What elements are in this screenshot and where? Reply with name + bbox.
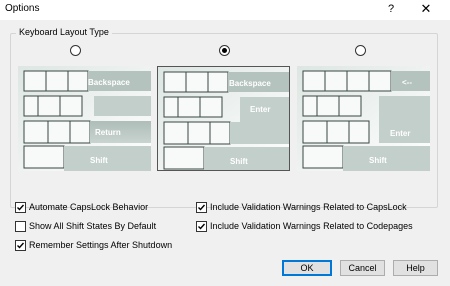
layout-radio-3[interactable] [355, 45, 366, 56]
window-title: Options [5, 3, 40, 14]
key-label: Shift [230, 157, 248, 166]
title-bar: Options ? ✕ [0, 0, 450, 20]
remember-settings-label: Remember Settings After Shutdown [29, 240, 173, 250]
layout-radio-1[interactable] [70, 45, 81, 56]
layout-radio-2[interactable] [219, 45, 230, 56]
group-label: Keyboard Layout Type [16, 27, 112, 37]
close-icon[interactable]: ✕ [417, 1, 435, 17]
automate-capslock-checkbox[interactable] [15, 202, 26, 213]
layout-preview-3[interactable]: <-- Enter Shift [297, 66, 430, 171]
warn-codepages-label: Include Validation Warnings Related to C… [210, 221, 413, 231]
key-label: Backspace [88, 78, 130, 87]
key-label: Enter [250, 105, 270, 114]
warn-capslock-checkbox[interactable] [196, 202, 207, 213]
key-label: Backspace [229, 79, 271, 88]
ok-button[interactable]: OK [282, 260, 332, 276]
automate-capslock-label: Automate CapsLock Behavior [29, 202, 149, 212]
key-label: <-- [402, 78, 412, 87]
dialog-body: Keyboard Layout Type Backspace Return Sh… [0, 20, 450, 286]
remember-settings-checkbox[interactable] [15, 240, 26, 251]
show-all-shift-checkbox[interactable] [15, 221, 26, 232]
key-label: Return [95, 128, 121, 137]
layout-preview-1[interactable]: Backspace Return Shift [18, 66, 151, 171]
warn-capslock-label: Include Validation Warnings Related to C… [210, 202, 407, 212]
layout-preview-2[interactable]: Backspace Enter Shift [157, 66, 290, 171]
show-all-shift-label: Show All Shift States By Default [29, 221, 157, 231]
key-label: Enter [390, 129, 410, 138]
key-label: Shift [90, 156, 108, 165]
cancel-button[interactable]: Cancel [340, 260, 385, 276]
key-label: Shift [369, 156, 387, 165]
help-icon[interactable]: ? [384, 1, 398, 17]
warn-codepages-checkbox[interactable] [196, 221, 207, 232]
help-button[interactable]: Help [393, 260, 438, 276]
